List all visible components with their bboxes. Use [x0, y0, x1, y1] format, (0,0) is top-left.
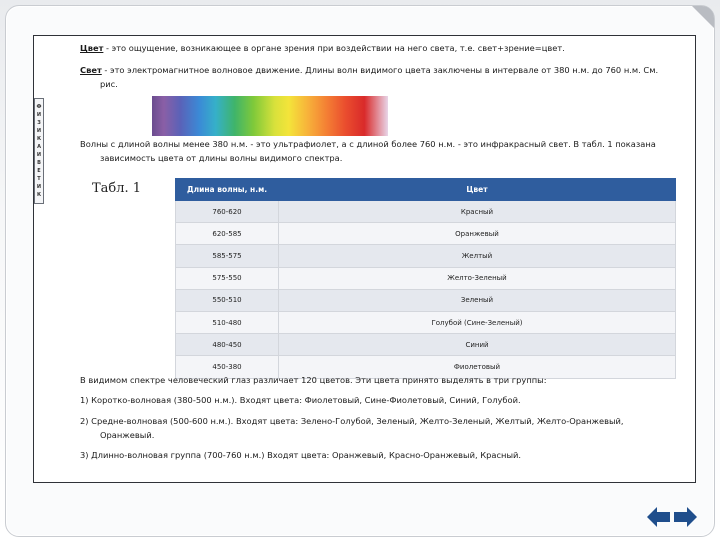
cell-color: Зеленый [278, 288, 676, 312]
table-header-row: Длина волны, н.м. Цвет [175, 178, 676, 201]
wavelength-text: Волны с длиной волны менее 380 н.м. - эт… [80, 139, 656, 149]
side-letter: З [37, 120, 41, 126]
wavelength-paragraph: Волны с длиной волны менее 380 н.м. - эт… [80, 137, 680, 165]
header-color: Цвет [278, 178, 676, 201]
table-row: 575-550 Желто-Зеленый [175, 266, 676, 290]
table-row: 550-510 Зеленый [175, 288, 676, 312]
cell-color: Красный [278, 199, 676, 224]
side-letter: Е [37, 168, 41, 174]
visible-spectrum-image [152, 96, 388, 136]
side-letter: И [36, 128, 42, 134]
side-letter: Ф [36, 104, 42, 110]
cell-wavelength: 760-620 [175, 199, 279, 224]
side-letter: И [36, 112, 42, 118]
side-letter: К [36, 192, 42, 198]
group-mid-wave-cont: Оранжевый. [100, 430, 155, 440]
term-light: Свет [80, 65, 102, 75]
wavelength-text-cont: зависимость цвета от длины волны видимог… [100, 153, 343, 163]
side-letter: А [37, 144, 41, 150]
cell-wavelength: 480-450 [175, 333, 279, 357]
vertical-side-label: Ф И З И К А И В Е Т И К [34, 98, 44, 204]
cell-wavelength: 575-550 [175, 266, 279, 290]
arrow-right-icon[interactable] [673, 506, 698, 528]
cell-color: Голубой (Сине-Зеленый) [278, 310, 676, 335]
group-long-wave: 3) Длинно-волновая группа (700-760 н.м.)… [80, 450, 522, 460]
side-letter: В [37, 160, 41, 166]
side-letter: И [36, 152, 42, 158]
side-letter: К [36, 136, 42, 142]
group-short-wave: 1) Коротко-волновая (380-500 н.м.). Вход… [80, 395, 521, 405]
table-row: 585-575 Желтый [175, 244, 676, 268]
definition-light-text: - это электромагнитное волновое движение… [101, 65, 659, 75]
table-caption: Табл. 1 [92, 181, 142, 196]
cell-color: Желтый [278, 244, 676, 268]
cell-wavelength: 585-575 [175, 244, 279, 268]
table-row: 510-480 Голубой (Сине-Зеленый) [175, 310, 676, 335]
cell-wavelength: 550-510 [175, 288, 279, 312]
table-row: 760-620 Красный [175, 199, 676, 224]
cell-color: Оранжевый [278, 222, 676, 246]
definition-light-cont: рис. [100, 79, 118, 89]
arrow-left-icon[interactable] [646, 506, 671, 528]
side-letter: Т [37, 176, 41, 182]
group-mid-wave: 2) Средне-волновая (500-600 н.м.). Входя… [80, 414, 680, 442]
cell-color: Желто-Зеленый [278, 266, 676, 290]
navigation-arrows [646, 506, 698, 528]
groups-intro: В видимом спектре человеческий глаз разл… [80, 375, 547, 385]
header-wavelength: Длина волны, н.м. [175, 178, 279, 201]
term-color: Цвет [80, 43, 104, 53]
definition-color: Цвет - это ощущение, возникающее в орган… [80, 41, 680, 55]
side-letter: И [36, 184, 42, 190]
cell-color: Синий [278, 333, 676, 357]
table-row: 480-450 Синий [175, 333, 676, 357]
cell-wavelength: 510-480 [175, 310, 279, 335]
wavelength-color-table: Длина волны, н.м. Цвет 760-620 Красный 6… [175, 178, 676, 379]
table-row: 620-585 Оранжевый [175, 222, 676, 246]
group-mid-wave-text: 2) Средне-волновая (500-600 н.м.). Входя… [80, 416, 624, 426]
definition-color-text: - это ощущение, возникающее в органе зре… [103, 43, 565, 53]
definition-light: Свет - это электромагнитное волновое дви… [80, 63, 680, 91]
cell-wavelength: 620-585 [175, 222, 279, 246]
